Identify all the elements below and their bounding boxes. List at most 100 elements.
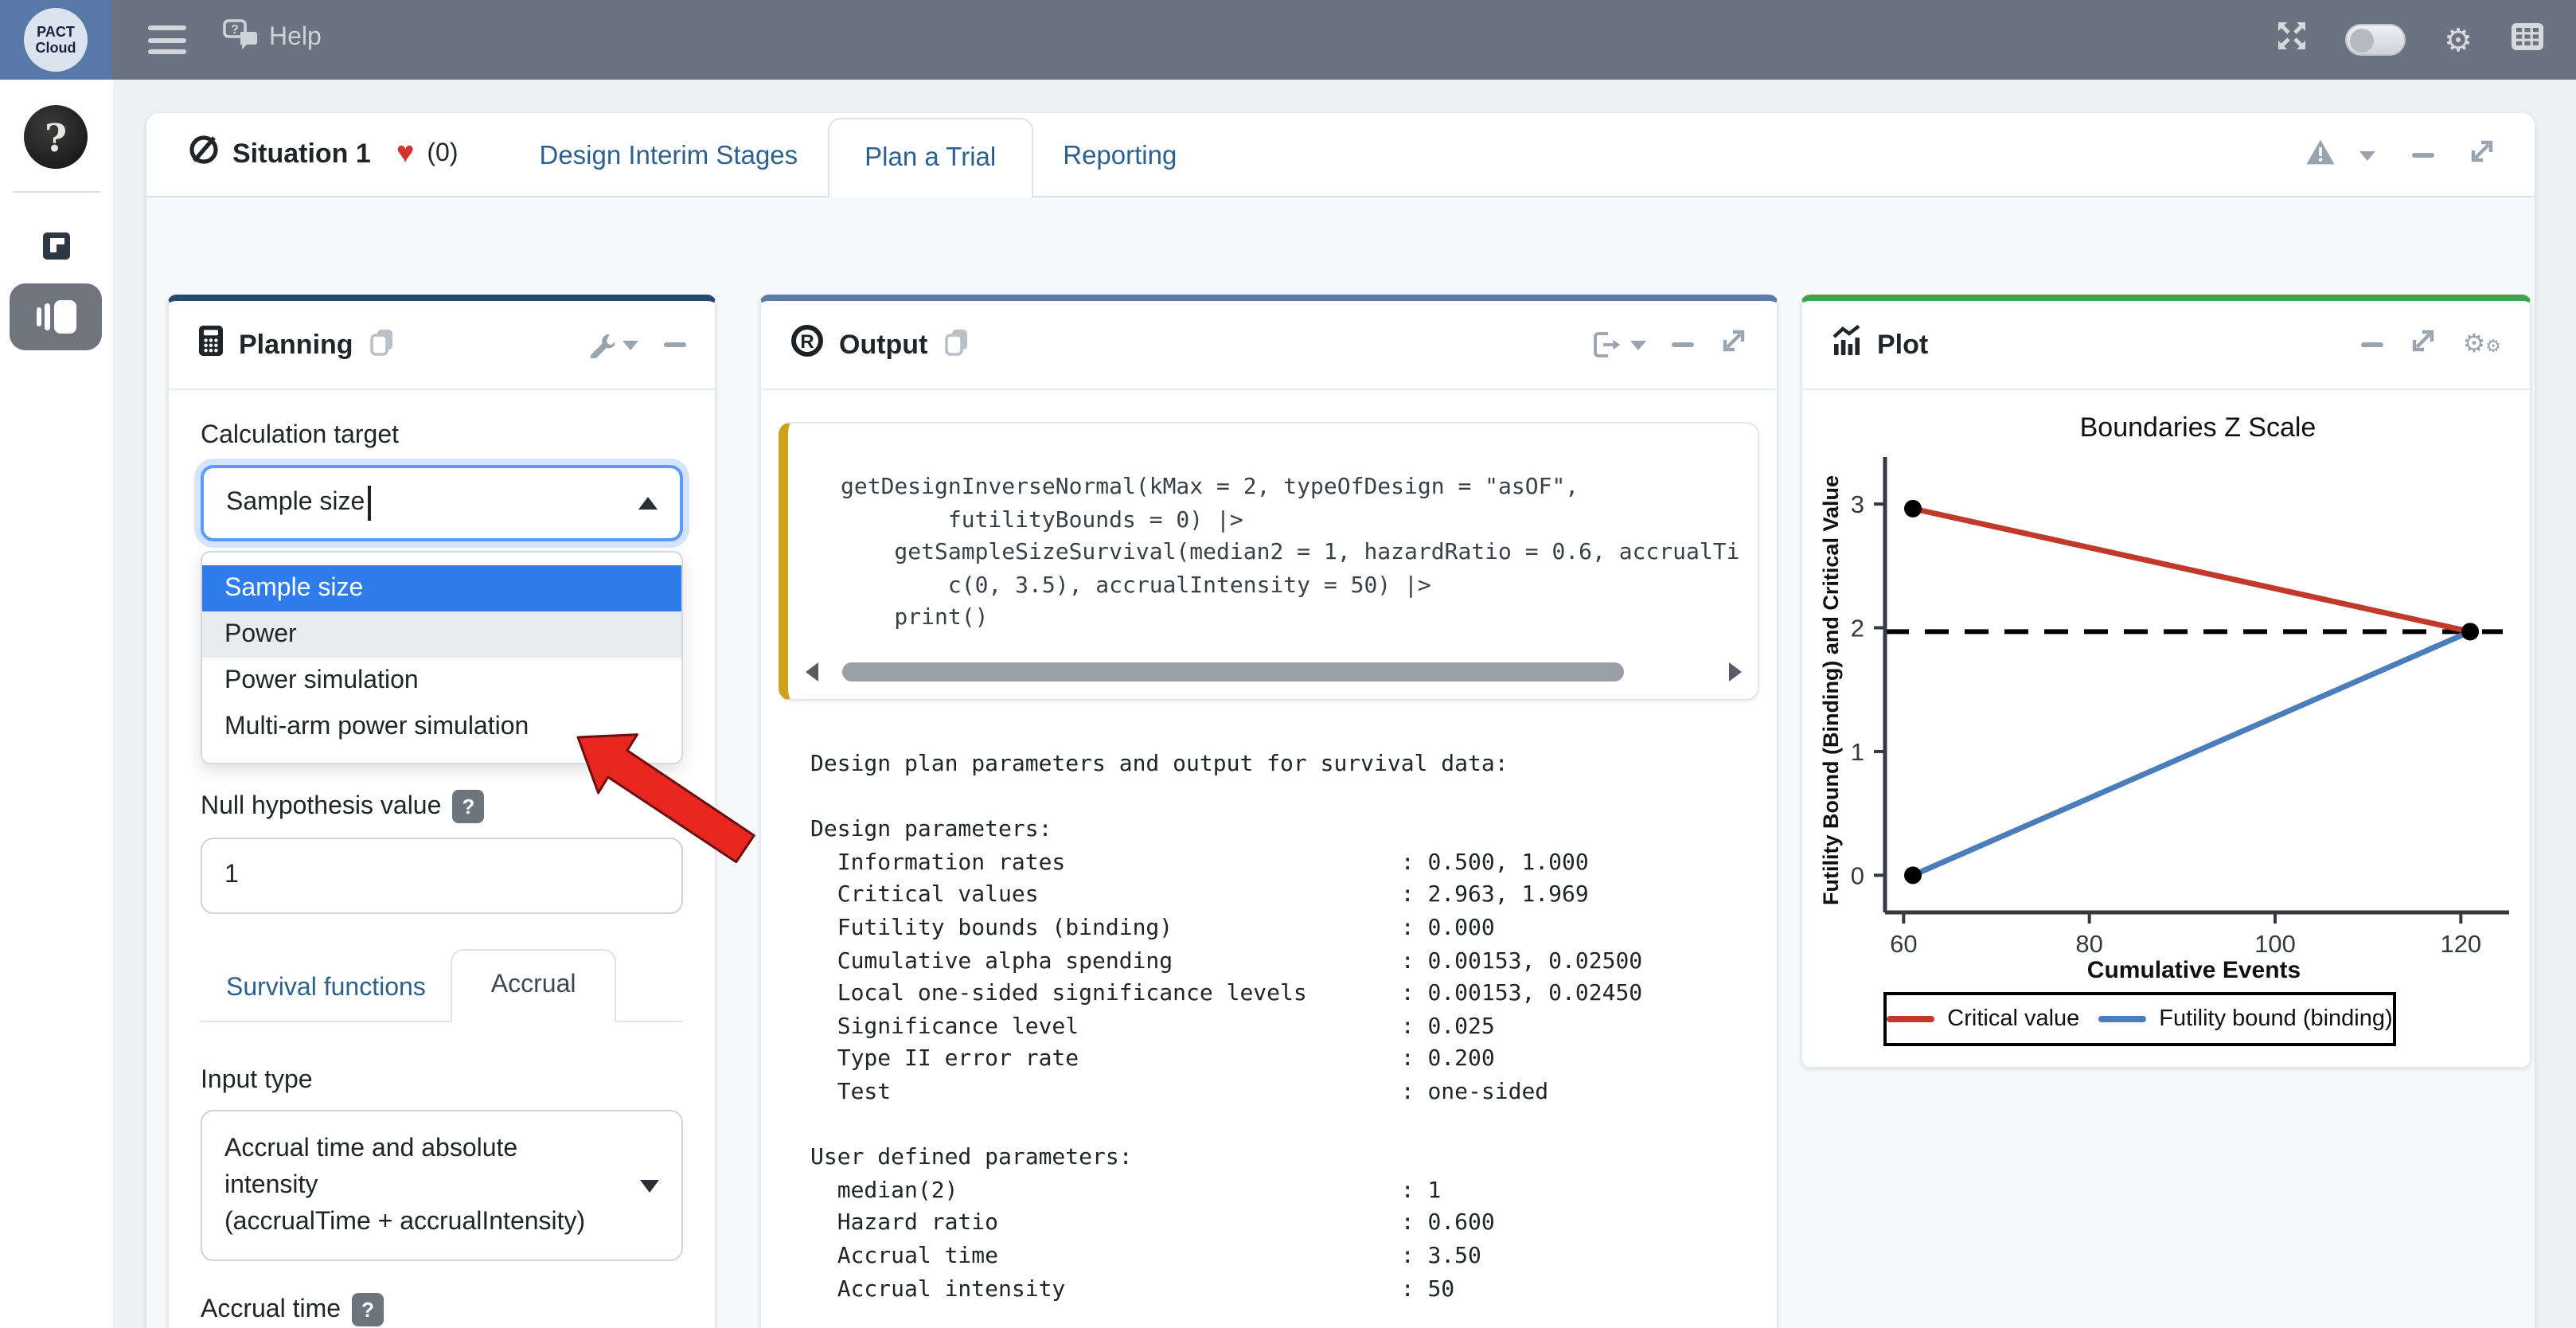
topbar-actions: ⚙ [2277, 0, 2544, 80]
svg-text:0: 0 [1851, 861, 1864, 889]
warning-caret-icon[interactable] [2359, 150, 2375, 160]
export-dropdown[interactable] [1592, 331, 1646, 358]
r-output-text: Design plan parameters and output for su… [810, 748, 1777, 1328]
text-cursor [368, 486, 370, 521]
accrual-time-label: Accrual time ? [201, 1293, 683, 1326]
expand-output-icon[interactable] [1719, 326, 1748, 363]
r-logo-icon: R [790, 323, 825, 366]
export-caret-icon [1630, 340, 1646, 350]
help-chat-icon: ? [223, 19, 258, 57]
minimize-planning-icon[interactable] [664, 343, 686, 347]
app-logo[interactable]: PACT Cloud [0, 0, 111, 80]
toggle-knob [2350, 28, 2374, 52]
r-code-block: getDesignInverseNormal(kMax = 2, typeOfD… [779, 422, 1759, 701]
r-code-text: getDesignInverseNormal(kMax = 2, typeOfD… [841, 471, 1745, 635]
svg-text:100: 100 [2254, 930, 2296, 958]
theme-toggle[interactable] [2345, 24, 2406, 56]
top-bar: PACT Cloud ? Help [0, 0, 2576, 80]
input-type-value-line2: (accrualTime + accrualIntensity) [224, 1204, 618, 1240]
settings-gear-icon[interactable]: ⚙ [2444, 24, 2473, 56]
scroll-right-icon[interactable] [1729, 662, 1742, 682]
situation-card: Situation 1 ♥ (0) Design Interim Stages … [146, 113, 2535, 1328]
input-type-select[interactable]: Accrual time and absolute intensity (acc… [201, 1110, 683, 1261]
fullscreen-icon[interactable] [2277, 21, 2307, 59]
menu-toggle-icon[interactable] [148, 25, 186, 54]
minimize-output-icon[interactable] [1672, 343, 1694, 347]
logo-line2: Cloud [36, 40, 76, 56]
planning-subtabs: Survival functions Accrual [201, 949, 683, 1022]
legend-swatch-futility [2098, 1016, 2146, 1022]
flag-steps-icon[interactable] [43, 232, 70, 260]
expand-situation-icon[interactable] [2468, 137, 2496, 174]
menu-option-power[interactable]: Power [202, 611, 681, 658]
chart-legend: Critical value Futility bound (binding) [1883, 992, 2396, 1046]
calc-target-value: Sample size [226, 489, 365, 518]
tab-reporting[interactable]: Reporting [1032, 118, 1207, 196]
copy-icon[interactable] [368, 326, 396, 364]
favorite-count: (0) [427, 139, 458, 168]
help-button[interactable]: ? Help [223, 19, 322, 57]
copy-icon[interactable] [942, 326, 970, 364]
logo-line1: PACT [37, 24, 75, 40]
subtab-survival-functions[interactable]: Survival functions [201, 960, 451, 1021]
chart-xlabel: Cumulative Events [1885, 957, 2503, 984]
subtab-accrual[interactable]: Accrual [451, 949, 616, 1022]
code-horizontal-scrollbar[interactable] [806, 661, 1742, 683]
menu-option-power-simulation[interactable]: Power simulation [202, 658, 681, 704]
situation-title-label: Situation 1 [232, 138, 371, 170]
input-type-label: Input type [201, 1067, 683, 1096]
question-avatar[interactable]: ? [24, 105, 88, 169]
svg-text:2: 2 [1851, 615, 1864, 643]
svg-text:3: 3 [1851, 490, 1864, 518]
svg-text:60: 60 [1890, 930, 1917, 958]
sidebar-divider [13, 191, 100, 193]
wrench-icon [587, 331, 615, 358]
scroll-left-icon[interactable] [806, 662, 818, 682]
tab-design-interim-stages[interactable]: Design Interim Stages [509, 118, 829, 196]
svg-text:R: R [800, 331, 814, 353]
plot-panel: Plot ⚙⚙ Boundaries Z Sc [1801, 295, 2531, 1068]
help-label: Help [269, 24, 322, 53]
calc-target-label: Calculation target [201, 422, 683, 451]
app-root: PACT Cloud ? Help [0, 0, 2576, 1328]
apps-grid-icon[interactable] [2511, 21, 2544, 58]
circle-slash-icon [188, 134, 220, 174]
chart-icon [1831, 325, 1863, 365]
plot-settings-gears-icon[interactable]: ⚙⚙ [2463, 330, 2501, 359]
chart-area: Boundaries Z Scale Futility Bound (Bindi… [1802, 390, 2530, 1067]
situation-tab-bar: Situation 1 ♥ (0) Design Interim Stages … [146, 113, 2535, 197]
scrollbar-thumb[interactable] [843, 662, 1625, 682]
sidebar-item-panels-active[interactable] [10, 283, 102, 350]
left-sidebar: ? [0, 80, 113, 1328]
svg-text:80: 80 [2075, 930, 2102, 958]
help-badge-icon[interactable]: ? [352, 1293, 384, 1326]
caret-up-icon [638, 497, 658, 510]
tools-dropdown[interactable] [587, 331, 638, 358]
warning-icon[interactable] [2305, 138, 2336, 173]
tab-plan-a-trial[interactable]: Plan a Trial [828, 118, 1032, 197]
legend-item-critical-value: Critical value [1887, 1006, 2079, 1032]
situation-title[interactable]: Situation 1 ♥ (0) [178, 111, 468, 196]
output-panel: R Output [759, 295, 1778, 1328]
planning-title: Planning [239, 329, 353, 361]
menu-option-sample-size[interactable]: Sample size [202, 565, 681, 611]
minimize-plot-icon[interactable] [2361, 343, 2383, 347]
export-icon [1592, 331, 1622, 358]
red-annotation-arrow [570, 721, 761, 865]
tools-caret-icon [623, 340, 638, 350]
output-title: Output [839, 329, 927, 361]
expand-plot-icon[interactable] [2409, 326, 2437, 363]
pact-cloud-logo-icon: PACT Cloud [24, 8, 88, 72]
calculator-icon [197, 325, 224, 365]
help-badge-icon[interactable]: ? [452, 790, 484, 823]
legend-item-futility-bound: Futility bound (binding) [2098, 1006, 2392, 1032]
minimize-situation-icon[interactable] [2412, 154, 2434, 158]
legend-swatch-critical [1887, 1016, 1934, 1022]
calc-target-select[interactable]: Sample size [201, 465, 683, 541]
svg-text:1: 1 [1851, 738, 1864, 766]
situation-content: Planning [146, 197, 2535, 1328]
caret-down-icon [640, 1179, 659, 1192]
svg-text:120: 120 [2440, 930, 2481, 958]
favorite-heart-icon[interactable]: ♥ [396, 136, 415, 171]
plot-title: Plot [1877, 329, 1928, 361]
